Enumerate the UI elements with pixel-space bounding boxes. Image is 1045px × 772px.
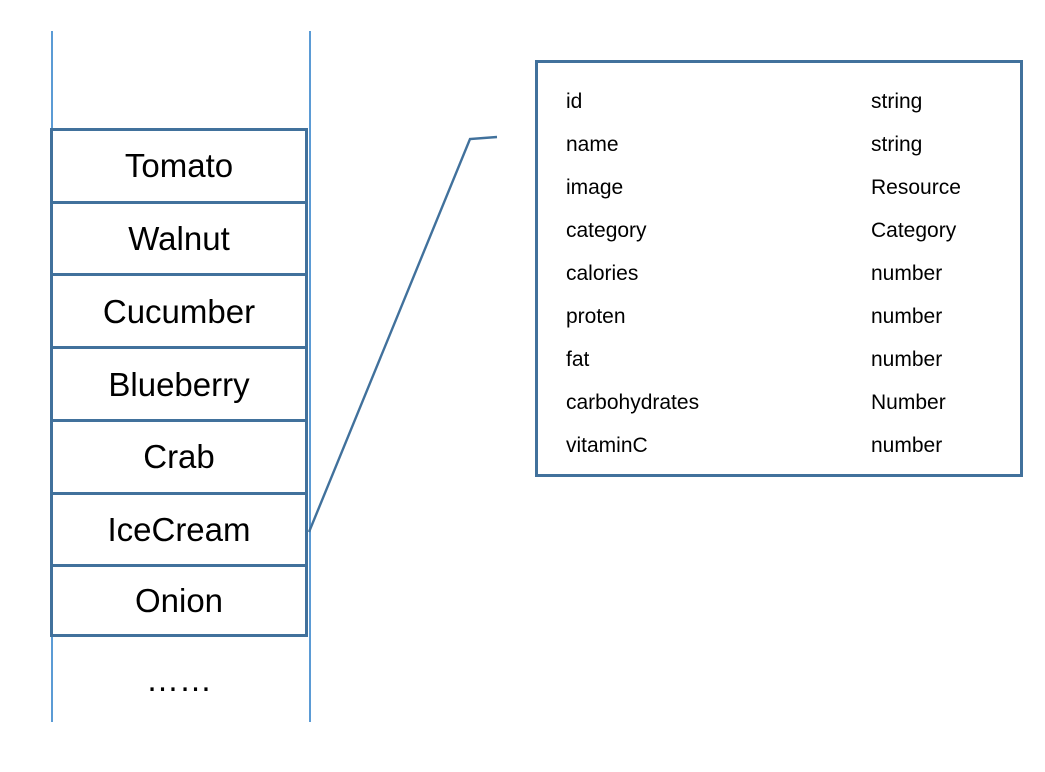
schema-field-type: Number <box>871 390 946 414</box>
schema-field-name: category <box>566 218 647 242</box>
schema-field-type: string <box>871 89 923 113</box>
schema-field-name: calories <box>566 261 639 285</box>
diagram-canvas: Tomato Walnut Cucumber Blueberry Crab Ic… <box>0 0 1045 772</box>
schema-field-name: fat <box>566 347 590 371</box>
list-item-label: Blueberry <box>108 365 250 403</box>
schema-field-name: name <box>566 132 619 156</box>
schema-row: proten number <box>566 302 1010 330</box>
schema-field-name: vitaminC <box>566 433 648 457</box>
list-item-label: Onion <box>134 582 224 620</box>
list-item[interactable]: Walnut <box>50 200 308 274</box>
schema-field-type: number <box>871 347 943 371</box>
list-item-icecream[interactable]: IceCream <box>50 491 308 565</box>
schema-field-type: Category <box>871 218 957 242</box>
schema-field-rows: id string name string image Resource cat… <box>538 63 1020 474</box>
list-overflow-indicator: …… <box>50 637 308 722</box>
schema-field-name: carbohydrates <box>566 390 700 414</box>
record-schema-box: id string name string image Resource cat… <box>535 60 1023 477</box>
list-item-label: IceCream <box>107 510 251 548</box>
list-item-label: Walnut <box>128 220 230 258</box>
schema-row: id string <box>566 87 1010 115</box>
schema-field-type: number <box>871 433 943 457</box>
list-item[interactable]: Onion <box>50 564 308 638</box>
schema-field-type: string <box>871 132 923 156</box>
list-rail-right <box>309 31 311 722</box>
schema-row: calories number <box>566 259 1010 287</box>
schema-field-name: image <box>566 175 624 199</box>
entity-list-rows: Tomato Walnut Cucumber Blueberry Crab Ic… <box>50 128 308 638</box>
schema-row: carbohydrates Number <box>566 388 1010 416</box>
schema-field-name: id <box>566 89 583 113</box>
list-item-label: Crab <box>143 438 215 476</box>
list-item[interactable]: Tomato <box>50 128 308 201</box>
schema-field-name: proten <box>566 304 626 328</box>
schema-row: image Resource <box>566 173 1010 201</box>
schema-field-type: Resource <box>871 175 961 199</box>
list-item-label: Tomato <box>124 147 234 185</box>
list-item-label: Cucumber <box>102 292 256 330</box>
entity-list: Tomato Walnut Cucumber Blueberry Crab Ic… <box>50 31 312 722</box>
list-item[interactable]: Crab <box>50 418 308 492</box>
list-item[interactable]: Cucumber <box>50 273 308 347</box>
schema-row: vitaminC number <box>566 431 1010 459</box>
ellipsis-text: …… <box>146 661 212 698</box>
list-item[interactable]: Blueberry <box>50 346 308 419</box>
schema-row: fat number <box>566 345 1010 373</box>
schema-row: category Category <box>566 216 1010 244</box>
schema-field-type: number <box>871 304 943 328</box>
schema-field-type: number <box>871 261 943 285</box>
callout-connector-line <box>307 135 498 533</box>
schema-row: name string <box>566 130 1010 158</box>
